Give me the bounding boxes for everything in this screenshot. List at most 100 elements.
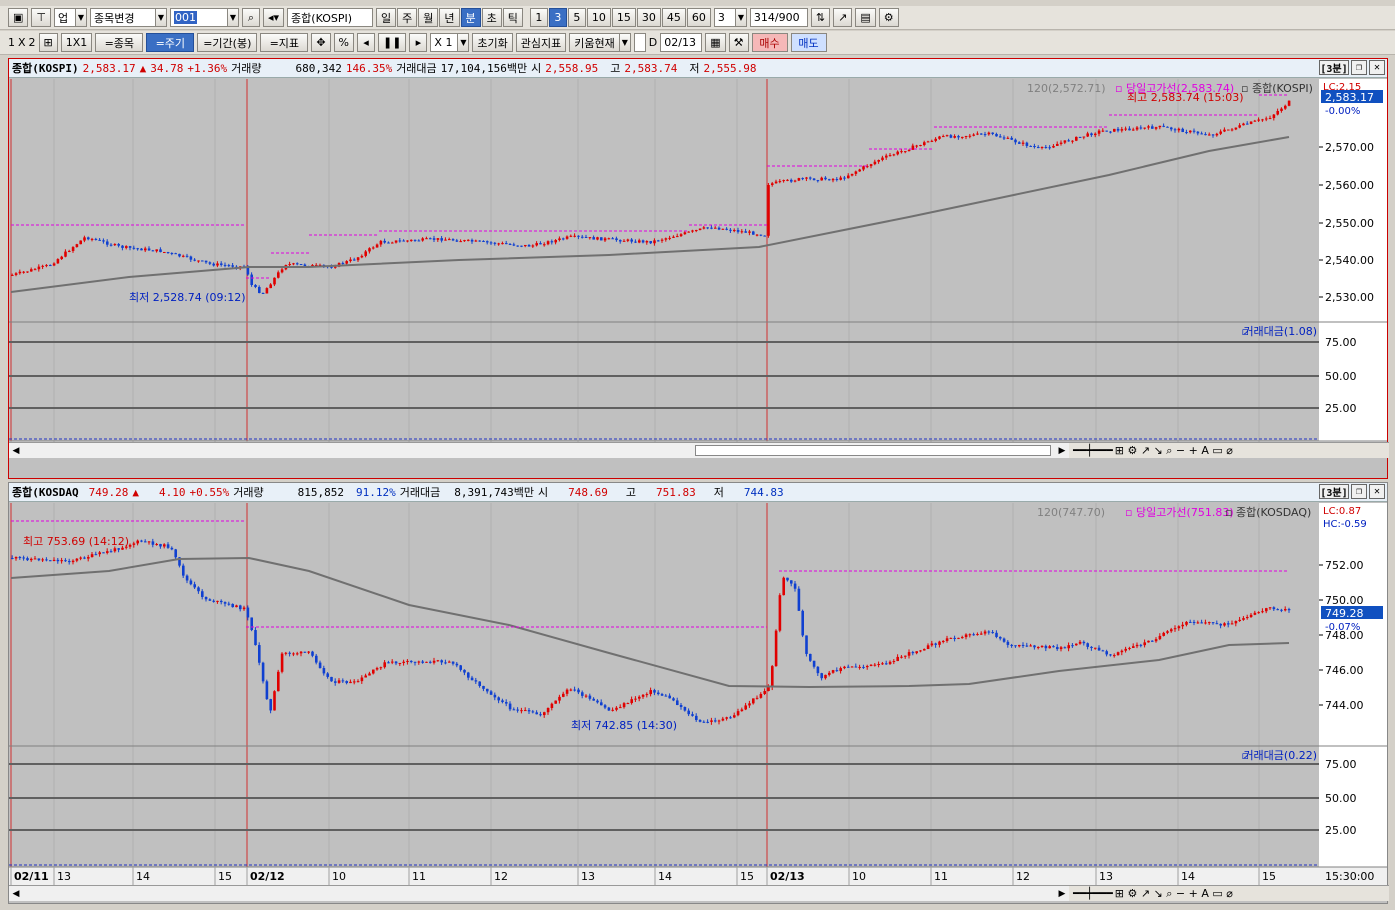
candle-body [1132,646,1135,648]
period-tab-주[interactable]: 주 [397,8,418,27]
layout-1[interactable]: 1 [8,36,15,49]
minute-tab-60[interactable]: 60 [686,8,711,27]
candle-body [657,240,660,242]
chart-tool-icon[interactable]: ⚒ [728,33,749,52]
window-icon[interactable]: ▣ [8,8,29,27]
period-tab-월[interactable]: 월 [418,8,439,27]
date-input[interactable]: 02/13 [660,33,703,52]
minute-tab-5[interactable]: 5 [567,8,586,27]
sector-select[interactable]: 업 [54,8,76,27]
period-tab-분[interactable]: 분 [460,8,481,27]
candle-body [1280,108,1283,111]
candle-body [1158,635,1162,640]
chevron-down-icon[interactable]: ▼ [155,8,167,27]
scroll-right-icon[interactable]: ▶ [1055,443,1069,458]
zoom-slider[interactable]: ━━┿━━━ [1073,444,1113,457]
candle-body [1120,129,1124,131]
layout-2[interactable]: 2 [29,36,36,49]
compare-icon[interactable]: ⇅ [810,8,831,27]
pin-icon[interactable]: ⊤ [31,8,51,27]
candle-body [1021,644,1025,646]
candle-body [269,284,272,289]
candle-body [622,703,626,708]
candle-body [1059,142,1063,144]
sell-button[interactable]: 매도 [790,33,827,52]
close-icon[interactable]: ✕ [1369,60,1385,75]
scroll-left-icon[interactable]: ◀ [9,443,23,458]
grid-icon[interactable]: ⊞ [38,33,58,52]
count-field[interactable]: 314/900 [749,8,808,27]
crosshair-icon[interactable]: ✥ [311,33,331,52]
chevron-down-icon[interactable]: ▼ [457,33,470,52]
speaker-icon[interactable]: ◂▾ [263,8,285,27]
chevron-down-icon[interactable]: ▼ [75,8,87,27]
close-icon[interactable]: ✕ [1369,484,1385,499]
period-tab-틱[interactable]: 틱 [502,8,523,27]
period-button[interactable]: =기간(봉) [197,33,258,52]
candle-body [1284,105,1287,109]
minute-tab-10[interactable]: 10 [586,8,611,27]
minute-tab-45[interactable]: 45 [661,8,686,27]
date-checkbox[interactable] [633,33,646,52]
zoom-select[interactable]: X 1 [430,33,459,52]
gear-icon[interactable]: ⚙ [878,8,899,27]
tool-icons[interactable]: ⊞ ⚙ ↗ ↘ ⌕ − + A ▭ ⌀ [1115,887,1233,901]
kospi-chart[interactable]: 2,570.00 2,560.00 2,550.00 2,540.00 2,530.00… [9,79,1387,443]
cycle-button[interactable]: =주기 [146,33,195,52]
candle-body [60,256,63,260]
candle-body [486,688,489,692]
minute-tab-3[interactable]: 3 [548,8,567,27]
chevron-down-icon[interactable]: ▼ [227,8,239,27]
minute-input[interactable]: 3 [713,8,736,27]
candle-body [478,240,481,242]
scroll-left-icon[interactable]: ◀ [9,886,23,901]
reset-button[interactable]: 초기화 [472,33,513,52]
candle-body [907,652,911,656]
candle-body [75,244,79,248]
next-icon[interactable]: ▸ [409,33,428,52]
pause-icon[interactable]: ❚❚ [377,33,407,52]
minute-tab-30[interactable]: 30 [636,8,661,27]
period-tab-초[interactable]: 초 [481,8,502,27]
code-input[interactable]: 001 [170,8,228,27]
stock-change-select[interactable]: 종목변경 [90,8,156,27]
search-icon[interactable]: ⌕ [242,8,260,27]
candle-body [71,247,75,251]
stock-button[interactable]: =종목 [95,33,144,52]
candle-body [436,660,440,662]
amount-label: 거래대금 [399,486,441,499]
candle-body [1090,646,1093,648]
candle-body [1219,623,1222,626]
scroll-thumb[interactable] [695,445,1051,456]
save-icon[interactable]: ▤ [855,8,876,27]
zoom-slider[interactable]: ━━┿━━━ [1073,887,1113,900]
minute-tab-1[interactable]: 1 [529,8,548,27]
candle-body [1143,642,1146,646]
tool-icons[interactable]: ⊞ ⚙ ↗ ↘ ⌕ − + A ▭ ⌀ [1115,444,1233,458]
candle-body [565,236,569,239]
calendar-icon[interactable]: ▦ [705,33,726,52]
chevron-down-icon[interactable]: ▼ [618,33,631,52]
candle-body [508,244,512,246]
restore-icon[interactable]: ❐ [1351,60,1367,75]
candle-body [869,664,873,666]
horizontal-scrollbar[interactable]: ◀ ▶ [9,885,1069,901]
period-tab-년[interactable]: 년 [439,8,460,27]
watch-indicator-button[interactable]: 관심지표 [515,33,567,52]
restore-icon[interactable]: ❐ [1351,484,1367,499]
indicator-button[interactable]: =지표 [260,33,309,52]
period-tab-일[interactable]: 일 [376,8,397,27]
candle-body [1014,139,1017,143]
candle-body [193,259,196,261]
buy-button[interactable]: 매수 [751,33,788,52]
kiwoom-current-select[interactable]: 키움현재 [569,33,620,52]
percent-button[interactable]: % [333,33,354,52]
ratio-button[interactable]: 1X1 [60,33,93,52]
chevron-down-icon[interactable]: ▼ [734,8,747,27]
prev-icon[interactable]: ◂ [356,33,375,52]
scroll-right-icon[interactable]: ▶ [1055,886,1069,901]
minute-tab-15[interactable]: 15 [611,8,636,27]
trend-icon[interactable]: ↗ [833,8,853,27]
kosdaq-chart[interactable]: 752.00750.00748.00746.00744.0075.0050.00… [9,503,1387,885]
horizontal-scrollbar[interactable]: ◀ ▶ [9,442,1069,458]
